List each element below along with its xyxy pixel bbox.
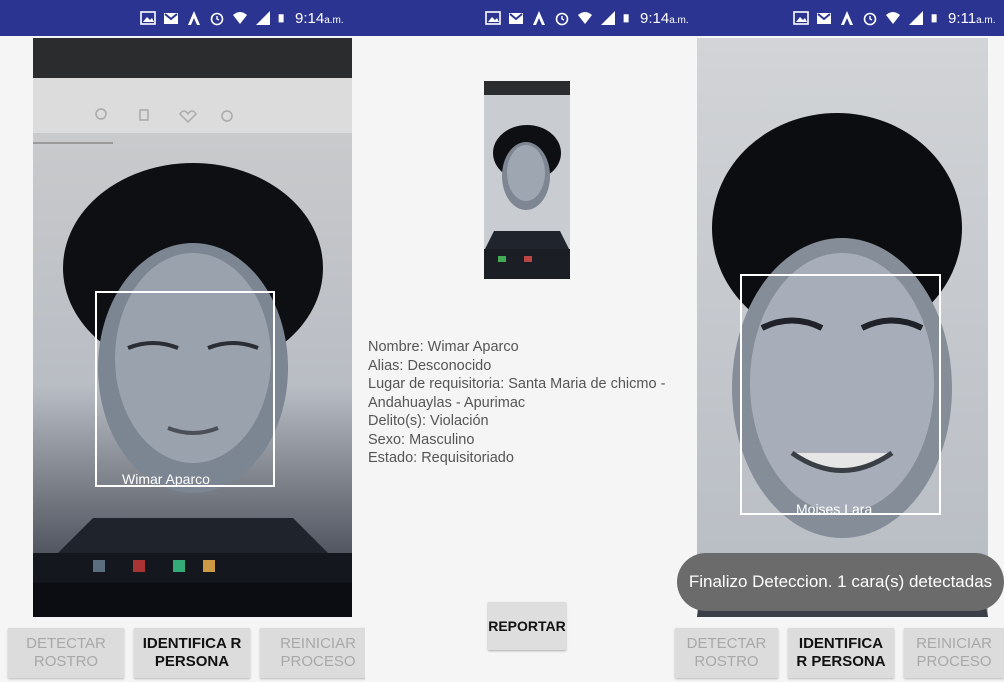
status-time: 9:14a.m. (640, 9, 689, 27)
status-bar: 9:14a.m. 9:14a.m. 9:11a.m. (0, 0, 1004, 36)
detect-face-button[interactable]: DETECTAR ROSTRO (8, 628, 124, 678)
face-detection-box (740, 274, 941, 515)
alarm-icon (210, 12, 224, 26)
reset-process-button[interactable]: REINICIAR PROCESO (904, 628, 1004, 678)
status-bar-left: 9:14a.m. (140, 0, 344, 36)
alarm-icon (555, 12, 569, 26)
report-button[interactable]: REPORTAR (488, 602, 566, 650)
app-icon (841, 11, 853, 25)
battery-icon (623, 14, 629, 23)
gmail-icon (817, 13, 831, 24)
app-icon (188, 11, 200, 25)
status-bar-middle: 9:14a.m. (485, 0, 689, 36)
gallery-icon (793, 11, 809, 25)
battery-icon (278, 14, 284, 23)
face-detection-box (95, 291, 275, 487)
gmail-icon (509, 13, 523, 24)
status-bar-right: 9:11a.m. (793, 0, 996, 36)
gmail-icon (164, 13, 178, 24)
identify-person-button[interactable]: IDENTIFICA R PERSONA (134, 628, 250, 678)
status-time: 9:11a.m. (948, 9, 996, 27)
info-alias: Alias: Desconocido (368, 357, 492, 374)
wifi-icon (233, 12, 247, 24)
suspect-thumbnail-image (484, 81, 570, 279)
alarm-icon (863, 12, 877, 26)
info-lugar-line1: Lugar de requisitoria: Santa Maria de ch… (368, 376, 666, 392)
detection-toast: Finalizo Deteccion. 1 cara(s) detectadas (677, 553, 1004, 611)
wifi-icon (578, 12, 592, 24)
signal-icon (256, 11, 270, 25)
face-label: Wimar Aparco (122, 471, 210, 487)
signal-icon (909, 11, 923, 25)
detect-face-button[interactable]: DETECTAR ROSTRO (675, 628, 778, 678)
camera-photo-left: Wimar Aparco (33, 38, 352, 617)
info-delito: Delito(s): Violación (368, 413, 489, 429)
suspect-info: Nombre: Wimar Aparco Alias: Desconocido … (368, 338, 666, 468)
identify-person-button[interactable]: IDENTIFICA R PERSONA (788, 628, 894, 678)
app-icon (533, 11, 545, 25)
battery-icon (931, 14, 937, 23)
gallery-icon (140, 11, 156, 25)
wifi-icon (886, 12, 900, 24)
suspect-photo (484, 81, 570, 279)
gallery-icon (485, 11, 501, 25)
status-time: 9:14a.m. (295, 9, 344, 27)
info-nombre: Nombre: Wimar Aparco (368, 339, 519, 355)
info-estado: Estado: Requisitoriado (368, 450, 514, 466)
camera-photo-right: Moises Lara (697, 38, 988, 617)
info-sexo: Sexo: Masculino (368, 431, 475, 448)
face-label: Moises Lara (796, 501, 873, 517)
signal-icon (601, 11, 615, 25)
reset-process-button[interactable]: REINICIAR PROCESO (260, 628, 376, 678)
info-lugar-line2: Andahuaylas - Apurimac (368, 394, 526, 411)
